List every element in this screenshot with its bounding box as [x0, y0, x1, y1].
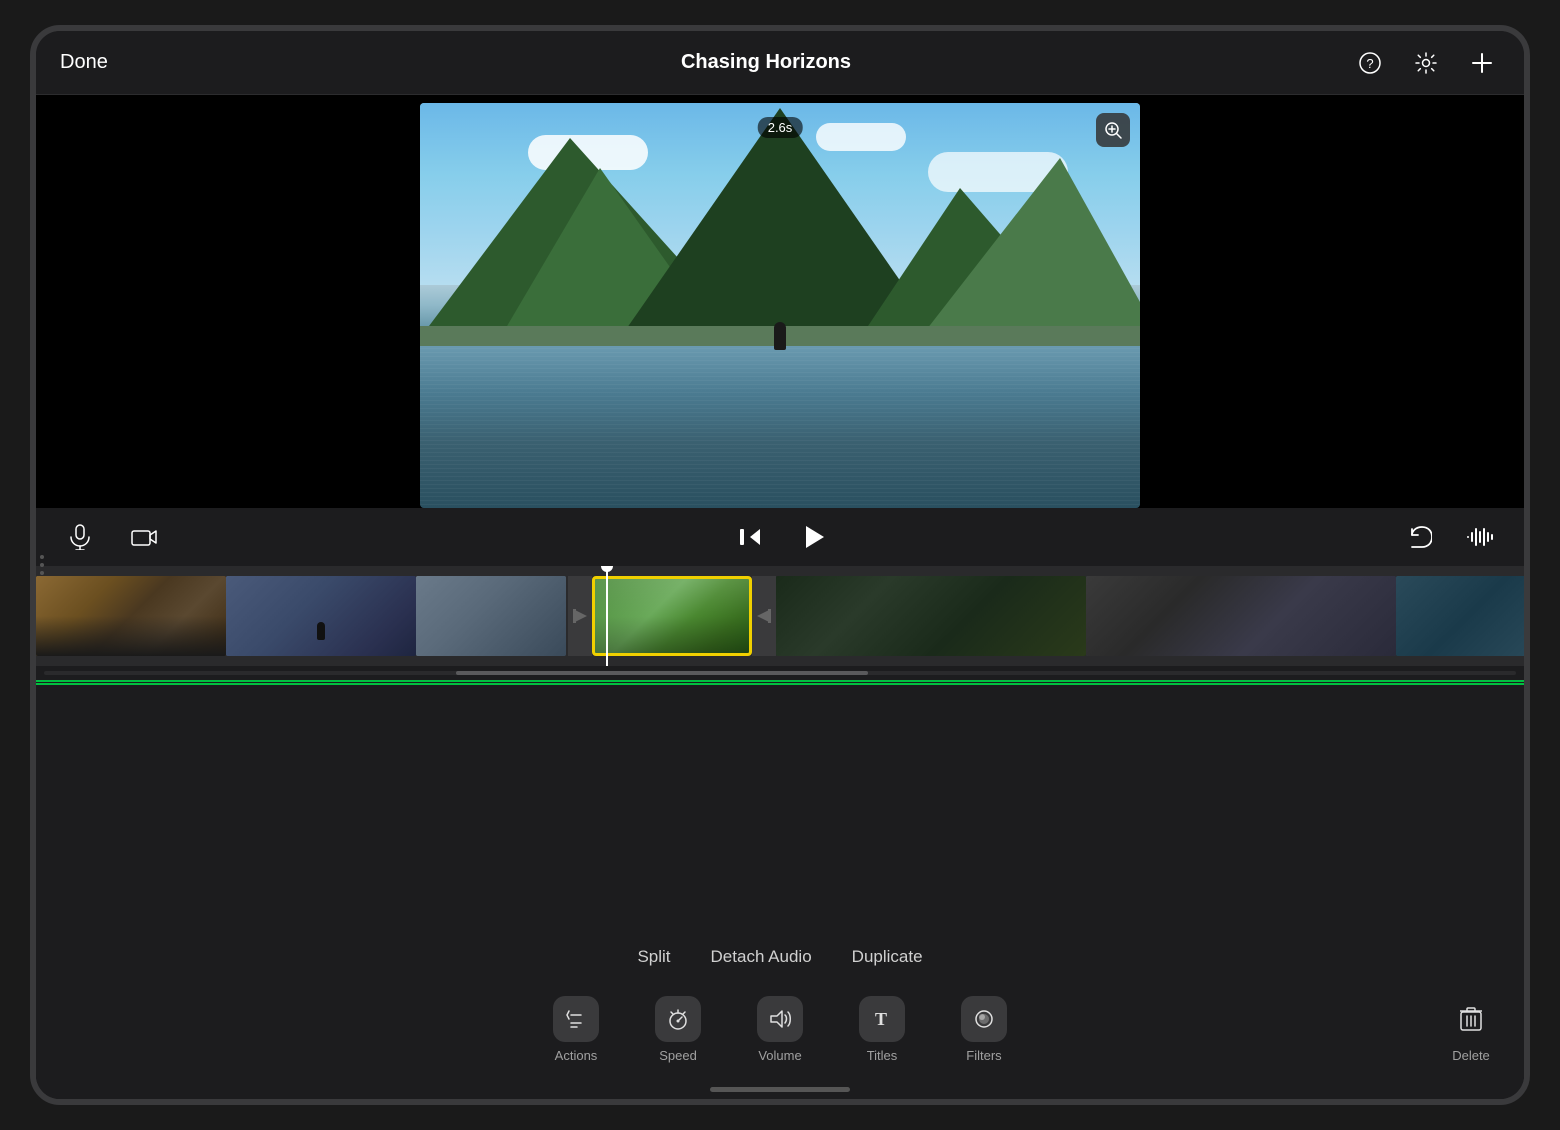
- audio-track-line: [36, 683, 1524, 685]
- timestamp-badge: 2.6s: [758, 117, 803, 138]
- done-button[interactable]: Done: [60, 51, 108, 74]
- toolbar-actions-button[interactable]: Actions: [525, 996, 627, 1063]
- filters-icon: [961, 996, 1007, 1042]
- clip-dark-trees[interactable]: [776, 576, 1086, 656]
- bottom-area: Split Detach Audio Duplicate: [36, 935, 1524, 1099]
- clip-foggy[interactable]: [416, 576, 566, 656]
- split-button[interactable]: Split: [637, 947, 670, 967]
- home-bar-indicator: [710, 1087, 850, 1092]
- tablet-frame: Done Chasing Horizons ?: [30, 25, 1530, 1105]
- home-bar: [36, 1079, 1524, 1099]
- detach-audio-button[interactable]: Detach Audio: [711, 947, 812, 967]
- timeline-strip[interactable]: [36, 566, 1524, 666]
- video-preview: 2.6s: [36, 95, 1524, 508]
- delete-icon: [1448, 996, 1494, 1042]
- speed-label: Speed: [659, 1048, 697, 1063]
- actions-label: Actions: [555, 1048, 598, 1063]
- zoom-button[interactable]: [1096, 113, 1130, 147]
- audio-track: [36, 680, 1524, 704]
- microphone-button[interactable]: [60, 517, 100, 557]
- timeline-empty-space: [36, 704, 1524, 935]
- help-button[interactable]: ?: [1352, 45, 1388, 81]
- clip-actions: Split Detach Audio Duplicate: [36, 935, 1524, 979]
- clip-hikers[interactable]: [36, 576, 226, 656]
- clip-river-pool[interactable]: [1396, 576, 1524, 656]
- transition-left[interactable]: [568, 576, 592, 656]
- audio-wave-button[interactable]: [1460, 517, 1500, 557]
- toolbar: Actions: [36, 979, 1524, 1079]
- delete-button[interactable]: Delete: [1448, 996, 1494, 1063]
- duplicate-button[interactable]: Duplicate: [852, 947, 923, 967]
- clip-rocky-cliff[interactable]: [1086, 576, 1396, 656]
- video-scene: [420, 103, 1140, 508]
- toolbar-items: Actions: [525, 996, 1035, 1063]
- project-title: Chasing Horizons: [681, 51, 851, 73]
- filters-label: Filters: [966, 1048, 1001, 1063]
- toolbar-volume-button[interactable]: Volume: [729, 996, 831, 1063]
- sidebar-handle: [36, 547, 48, 583]
- clip-silhouette[interactable]: [226, 576, 416, 656]
- playback-controls: [36, 508, 1524, 566]
- undo-button[interactable]: [1400, 517, 1440, 557]
- volume-icon: [757, 996, 803, 1042]
- volume-label: Volume: [758, 1048, 801, 1063]
- video-container[interactable]: 2.6s: [420, 103, 1140, 508]
- title-bar: Done Chasing Horizons ?: [36, 31, 1524, 95]
- toolbar-filters-button[interactable]: Filters: [933, 996, 1035, 1063]
- play-button[interactable]: [794, 517, 834, 557]
- titles-label: Titles: [867, 1048, 898, 1063]
- delete-label: Delete: [1452, 1048, 1490, 1063]
- main-content: 2.6s: [36, 95, 1524, 1099]
- toolbar-speed-button[interactable]: Speed: [627, 996, 729, 1063]
- transition-right[interactable]: [752, 576, 776, 656]
- scroll-indicator: [36, 666, 1524, 680]
- settings-button[interactable]: [1408, 45, 1444, 81]
- timeline-area: [36, 566, 1524, 704]
- camera-button[interactable]: [124, 517, 164, 557]
- clip-selected-green-valley[interactable]: [592, 576, 752, 656]
- svg-text:T: T: [875, 1009, 887, 1029]
- add-button[interactable]: [1464, 45, 1500, 81]
- speed-icon: [655, 996, 701, 1042]
- skip-back-button[interactable]: [730, 517, 770, 557]
- svg-text:?: ?: [1366, 56, 1373, 71]
- titles-icon: T: [859, 996, 905, 1042]
- actions-icon: [553, 996, 599, 1042]
- toolbar-titles-button[interactable]: T Titles: [831, 996, 933, 1063]
